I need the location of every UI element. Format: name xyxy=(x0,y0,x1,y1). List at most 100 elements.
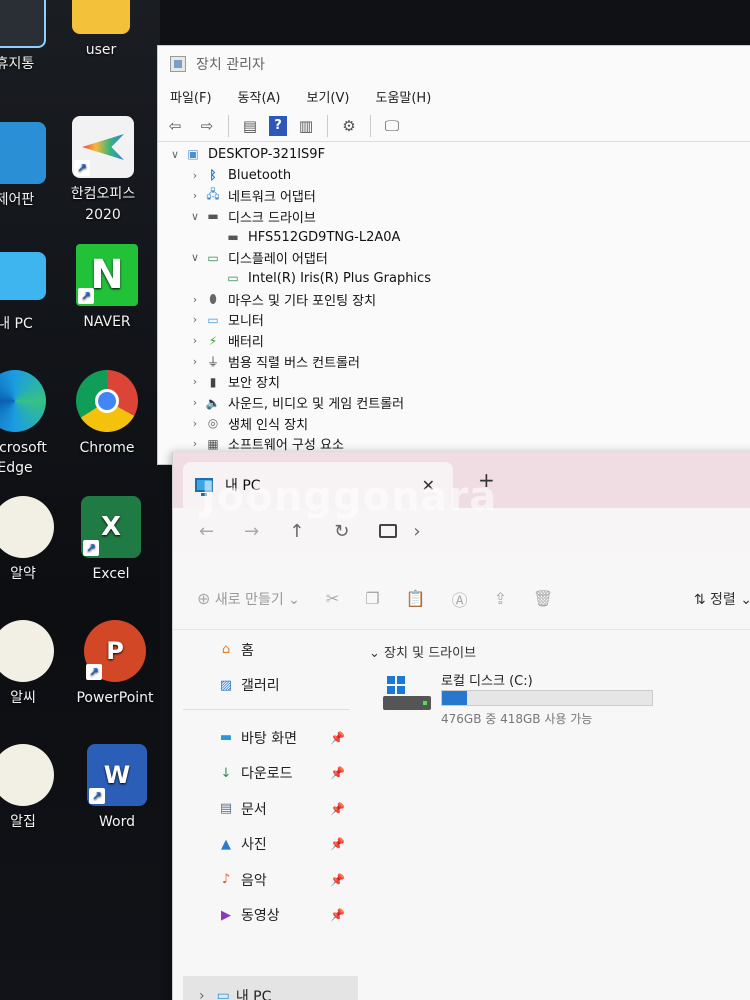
menu-file[interactable]: 파일(F) xyxy=(166,85,216,108)
chevron-right-icon[interactable]: › xyxy=(186,437,204,450)
chevron-down-icon[interactable]: ∨ xyxy=(186,251,204,264)
desktop-icon-chrome[interactable]: Chrome xyxy=(62,370,152,458)
sidebar-item-label: 음악 xyxy=(241,872,267,889)
desktop-icon-my-pc[interactable]: 내 PC xyxy=(0,248,60,334)
monitor-icon[interactable]: 🖵 xyxy=(379,114,405,138)
tree-node-label: 모니터 xyxy=(228,314,264,330)
pin-icon[interactable]: 📌 xyxy=(330,766,345,780)
back-arrow-icon[interactable]: ← xyxy=(199,521,214,542)
desktop-icon-recycle-bin[interactable]: 휴지통 xyxy=(0,0,60,74)
chevron-right-icon[interactable]: › xyxy=(186,355,204,368)
drive-local-disk-c[interactable]: 로컬 디스크 (C:) 476GB 중 418GB 사용 가능 xyxy=(369,670,750,730)
chevron-down-icon[interactable]: ∨ xyxy=(166,148,184,161)
chevron-right-icon[interactable]: › xyxy=(186,396,204,409)
chevron-right-icon[interactable]: › xyxy=(186,169,204,182)
show-hidden-icon[interactable]: ▥ xyxy=(293,114,319,138)
tree-node-intel-graphics[interactable]: ▭ Intel(R) Iris(R) Plus Graphics xyxy=(166,268,750,289)
sidebar-item-downloads[interactable]: ↓ 다운로드 📌 xyxy=(173,756,359,792)
display-adapter-icon: ▭ xyxy=(207,250,219,265)
rename-icon[interactable]: Ⓐ xyxy=(452,587,468,611)
tree-node-bluetooth[interactable]: › ᛒ Bluetooth xyxy=(166,165,750,186)
sidebar-item-this-pc[interactable]: › ▭ 내 PC xyxy=(183,976,358,1000)
up-arrow-icon[interactable]: ↑ xyxy=(289,521,304,542)
chevron-right-icon[interactable]: › xyxy=(186,313,204,326)
delete-icon[interactable]: 🗑 xyxy=(533,589,553,608)
tree-node-biometric[interactable]: › ◎ 생체 인식 장치 xyxy=(166,413,750,434)
tree-node-disk-drives[interactable]: ∨ ▬ 디스크 드라이브 xyxy=(166,206,750,227)
window-title: 장치 관리자 xyxy=(196,57,265,73)
pin-icon[interactable]: 📌 xyxy=(330,802,345,816)
chevron-down-icon[interactable]: ∨ xyxy=(186,210,204,223)
tree-node-display-adapters[interactable]: ∨ ▭ 디스플레이 어댑터 xyxy=(166,247,750,268)
sidebar-item-desktop[interactable]: ▬ 바탕 화면 📌 xyxy=(173,720,359,756)
desktop-icon-control-panel[interactable]: 제어판 xyxy=(0,122,60,210)
sort-button[interactable]: ⇅ 정렬 ⌄ xyxy=(694,589,750,609)
desktop-icon-alyac[interactable]: 알약 xyxy=(0,496,68,584)
tree-node-usb-controllers[interactable]: › ⏚ 범용 직렬 버스 컨트롤러 xyxy=(166,351,750,372)
tree-node-disk-hfs512[interactable]: ▬ HFS512GD9TNG-L2A0A xyxy=(166,227,750,248)
refresh-icon[interactable]: ↻ xyxy=(334,521,349,542)
desktop-icon-alsee[interactable]: 알씨 xyxy=(0,620,68,708)
paste-icon[interactable]: 📋 xyxy=(406,589,426,608)
tree-node-mice[interactable]: › ⬮ 마우스 및 기타 포인팅 장치 xyxy=(166,289,750,310)
desktop-icon-powerpoint[interactable]: P ↗ PowerPoint xyxy=(70,620,160,708)
back-arrow-icon[interactable]: ⇦ xyxy=(162,114,188,138)
menu-action[interactable]: 동작(A) xyxy=(234,85,285,108)
sidebar-item-documents[interactable]: ▤ 문서 📌 xyxy=(173,791,359,827)
new-button[interactable]: ⊕ 새로 만들기 ⌄ xyxy=(197,589,300,609)
pin-icon[interactable]: 📌 xyxy=(330,731,345,745)
desktop-icon-user[interactable]: user xyxy=(56,0,146,60)
chevron-right-icon[interactable]: › xyxy=(199,988,205,1000)
tree-node-network-adapters[interactable]: › 🖧 네트워크 어댑터 xyxy=(166,185,750,206)
chevron-right-icon[interactable]: › xyxy=(186,189,204,202)
chevron-right-icon[interactable]: › xyxy=(186,334,204,347)
tree-root[interactable]: ∨ ▣ DESKTOP-321IS9F xyxy=(166,144,750,165)
new-tab-button[interactable]: + xyxy=(478,468,495,492)
fingerprint-icon: ◎ xyxy=(207,416,219,431)
desktop-icon-alzip[interactable]: 알집 xyxy=(0,744,68,832)
battery-icon: ⚡ xyxy=(208,333,218,348)
properties-icon[interactable]: ▤ xyxy=(237,114,263,138)
toolbar-separator xyxy=(370,114,371,137)
share-icon[interactable]: ⇪ xyxy=(494,589,507,608)
tab-this-pc[interactable]: 내 PC ✕ xyxy=(183,462,453,508)
desktop-icon-excel[interactable]: X ↗ Excel xyxy=(66,496,156,584)
pin-icon[interactable]: 📌 xyxy=(330,908,345,922)
sidebar-item-label: 바탕 화면 xyxy=(241,730,297,747)
desktop-icon-hancom-office[interactable]: ↗ 한컴오피스 2020 xyxy=(58,116,148,226)
device-manager-titlebar[interactable]: 장치 관리자 xyxy=(158,46,750,82)
tree-node-monitors[interactable]: › ▭ 모니터 xyxy=(166,310,750,331)
chevron-right-icon[interactable]: › xyxy=(186,417,204,430)
sidebar-item-pictures[interactable]: ▲ 사진 📌 xyxy=(173,827,359,863)
desktop-icon-naver[interactable]: N ↗ NAVER xyxy=(62,244,152,332)
chevron-right-icon[interactable]: › xyxy=(186,293,204,306)
help-icon[interactable]: ? xyxy=(269,115,287,136)
cut-icon[interactable]: ✂ xyxy=(326,589,339,608)
pin-icon[interactable]: 📌 xyxy=(330,837,345,851)
desktop-icon-edge[interactable]: Microsoft Edge xyxy=(0,370,60,478)
close-tab-icon[interactable]: ✕ xyxy=(422,476,435,495)
tree-node-batteries[interactable]: › ⚡ 배터리 xyxy=(166,330,750,351)
document-icon: ▤ xyxy=(219,801,233,817)
sidebar-item-label: 갤러리 xyxy=(241,678,280,695)
chevron-right-icon[interactable]: › xyxy=(413,521,420,542)
desktop-icon-label: 알집 xyxy=(10,814,36,830)
sidebar-item-music[interactable]: ♪ 음악 📌 xyxy=(173,862,359,898)
forward-arrow-icon[interactable]: ⇨ xyxy=(194,114,220,138)
desktop-icon-word[interactable]: W ↗ Word xyxy=(72,744,162,832)
group-header-devices[interactable]: ⌄ 장치 및 드라이브 xyxy=(369,642,750,662)
menu-help[interactable]: 도움말(H) xyxy=(371,85,435,108)
sidebar-item-videos[interactable]: ▶ 동영상 📌 xyxy=(173,898,359,934)
menu-view[interactable]: 보기(V) xyxy=(303,85,354,108)
tree-node-sound-video[interactable]: › 🔈 사운드, 비디오 및 게임 컨트롤러 xyxy=(166,392,750,413)
forward-arrow-icon[interactable]: → xyxy=(244,521,259,542)
copy-icon[interactable]: ❐ xyxy=(365,589,379,608)
chevron-right-icon[interactable]: › xyxy=(186,375,204,388)
tree-node-label: 네트워크 어댑터 xyxy=(228,190,316,206)
scan-hardware-icon[interactable]: ⚙ xyxy=(336,114,362,138)
tree-node-security-devices[interactable]: › ▮ 보안 장치 xyxy=(166,372,750,393)
sidebar-item-gallery[interactable]: ▨ 갤러리 xyxy=(173,668,359,704)
sidebar-item-home[interactable]: ⌂ 홈 xyxy=(173,632,359,668)
monitor-icon[interactable] xyxy=(379,524,398,538)
pin-icon[interactable]: 📌 xyxy=(330,873,345,887)
